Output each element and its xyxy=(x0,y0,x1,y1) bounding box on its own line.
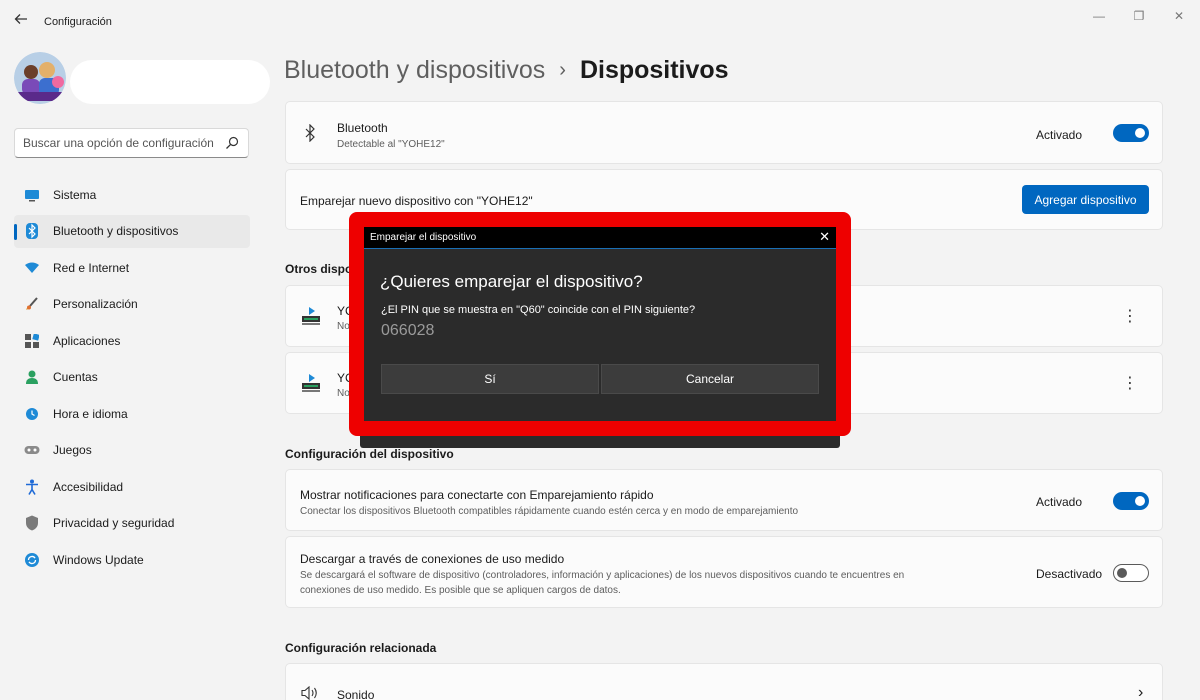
dialog-caption: Emparejar el dispositivo xyxy=(370,232,477,243)
sidebar-item-juegos[interactable]: Juegos xyxy=(14,434,250,467)
sidebar-item-accesibilidad[interactable]: Accesibilidad xyxy=(14,470,250,503)
dialog-close-button[interactable]: ✕ xyxy=(819,229,830,245)
breadcrumb: Bluetooth y dispositivos › Dispositivos xyxy=(284,54,729,86)
sidebar-item-privacidad[interactable]: Privacidad y seguridad xyxy=(14,507,250,540)
sidebar-item-label: Personalización xyxy=(53,297,138,311)
sidebar-item-sistema[interactable]: Sistema xyxy=(14,178,250,211)
dialog-heading: ¿Quieres emparejar el dispositivo? xyxy=(380,272,643,291)
metered-download-toggle[interactable] xyxy=(1113,564,1149,582)
sidebar-item-cuentas[interactable]: Cuentas xyxy=(14,361,250,394)
sidebar-item-label: Hora e idioma xyxy=(53,406,128,421)
speaker-icon xyxy=(301,686,317,700)
swift-pair-subtitle: Conectar los dispositivos Bluetooth comp… xyxy=(300,506,799,517)
bluetooth-state-label: Activado xyxy=(1036,128,1083,142)
cancel-pair-button[interactable]: Cancelar xyxy=(601,364,819,394)
search-box[interactable] xyxy=(14,128,249,158)
swift-pair-card: Mostrar notificaciones para conectarte c… xyxy=(285,469,1163,531)
bluetooth-subtitle: Detectable al "YOHE12" xyxy=(337,139,445,150)
other-devices-title: Otros dispo xyxy=(285,262,353,276)
sidebar-item-label: Cuentas xyxy=(53,370,98,384)
sidebar-item-windows-update[interactable]: Windows Update xyxy=(14,543,250,576)
pair-device-text: Emparejar nuevo dispositivo con "YOHE12" xyxy=(300,194,533,208)
avatar-image-icon xyxy=(14,52,66,104)
chevron-right-icon: › xyxy=(1138,684,1144,700)
search-input[interactable] xyxy=(23,136,223,150)
app-title: Configuración xyxy=(44,16,112,28)
back-arrow-icon xyxy=(14,14,27,24)
sidebar-item-label: Windows Update xyxy=(53,552,144,567)
confirm-pair-button[interactable]: Sí xyxy=(381,364,599,394)
bluetooth-card: Bluetooth Detectable al "YOHE12" Activad… xyxy=(285,101,1163,164)
sidebar-item-label: Juegos xyxy=(53,443,92,457)
swift-pair-toggle[interactable] xyxy=(1113,492,1149,510)
user-name-redacted xyxy=(70,60,270,104)
sound-settings-row[interactable]: Sonido › xyxy=(285,663,1163,700)
minimize-button[interactable]: — xyxy=(1084,8,1114,24)
sidebar-item-label: Accesibilidad xyxy=(53,479,124,494)
swift-pair-state-label: Activado xyxy=(1036,495,1083,509)
back-button[interactable] xyxy=(10,12,32,32)
sidebar-item-label: Sistema xyxy=(53,187,97,202)
sidebar-item-label: Privacidad y seguridad xyxy=(53,516,175,530)
dialog-question: ¿El PIN que se muestra en "Q60" coincide… xyxy=(381,304,696,316)
sidebar-item-personalizacion[interactable]: Personalización xyxy=(14,288,250,321)
pairing-pin: 066028 xyxy=(381,322,435,339)
wifi-icon xyxy=(24,260,40,276)
search-icon[interactable] xyxy=(224,135,240,151)
sidebar-item-label: Bluetooth y dispositivos xyxy=(53,224,179,238)
page-title: Dispositivos xyxy=(579,55,729,84)
avatar[interactable] xyxy=(14,52,66,104)
sidebar-item-label: Red e Internet xyxy=(53,260,130,275)
device-status: No xyxy=(337,321,350,332)
globe-clock-icon xyxy=(24,406,40,422)
breadcrumb-parent-link[interactable]: Bluetooth y dispositivos xyxy=(284,56,545,85)
metered-download-card: Descargar a través de conexiones de uso … xyxy=(285,536,1163,608)
metered-download-subtitle-line2: conexiones de uso medido. Es posible que… xyxy=(300,585,621,596)
bluetooth-icon xyxy=(24,223,40,239)
more-options-button[interactable]: ⋮ xyxy=(1120,306,1140,326)
metered-download-state-label: Desactivado xyxy=(1036,567,1103,581)
media-device-icon xyxy=(302,307,320,325)
device-status: No xyxy=(337,388,350,399)
shield-icon xyxy=(24,515,40,531)
dialog-titlebar: Emparejar el dispositivo ✕ xyxy=(364,227,836,249)
title-bar: Configuración — ❐ ✕ xyxy=(0,0,1200,44)
metered-download-title: Descargar a través de conexiones de uso … xyxy=(300,552,565,566)
apps-icon xyxy=(24,333,40,349)
update-icon xyxy=(24,552,40,568)
sidebar-item-hora[interactable]: Hora e idioma xyxy=(14,397,250,430)
gamepad-icon xyxy=(24,442,40,458)
brush-icon xyxy=(24,296,40,312)
sidebar-item-label: Aplicaciones xyxy=(53,333,121,348)
pair-dialog: Emparejar el dispositivo ✕ ¿Quieres empa… xyxy=(349,212,851,436)
bluetooth-icon xyxy=(305,124,315,142)
add-device-button[interactable]: Agregar dispositivo xyxy=(1022,185,1149,214)
bluetooth-title: Bluetooth xyxy=(337,121,388,135)
sidebar-item-red[interactable]: Red e Internet xyxy=(14,251,250,284)
metered-download-subtitle-line1: Se descargará el software de dispositivo… xyxy=(300,570,905,581)
maximize-button[interactable]: ❐ xyxy=(1124,8,1154,24)
sidebar-nav: Sistema Bluetooth y dispositivos Red e I… xyxy=(14,178,250,580)
sidebar-item-aplicaciones[interactable]: Aplicaciones xyxy=(14,324,250,357)
breadcrumb-separator: › xyxy=(559,58,566,81)
media-device-icon xyxy=(302,374,320,392)
device-config-title: Configuración del dispositivo xyxy=(285,447,454,461)
swift-pair-title: Mostrar notificaciones para conectarte c… xyxy=(300,488,654,502)
sound-label: Sonido xyxy=(337,688,375,700)
close-window-button[interactable]: ✕ xyxy=(1164,8,1194,24)
monitor-icon xyxy=(24,187,40,203)
sidebar-item-bluetooth[interactable]: Bluetooth y dispositivos xyxy=(14,214,250,248)
related-settings-title: Configuración relacionada xyxy=(285,641,437,655)
bluetooth-toggle[interactable] xyxy=(1113,124,1149,142)
person-icon xyxy=(24,369,40,385)
accessibility-icon xyxy=(24,479,40,495)
more-options-button[interactable]: ⋮ xyxy=(1120,373,1140,393)
